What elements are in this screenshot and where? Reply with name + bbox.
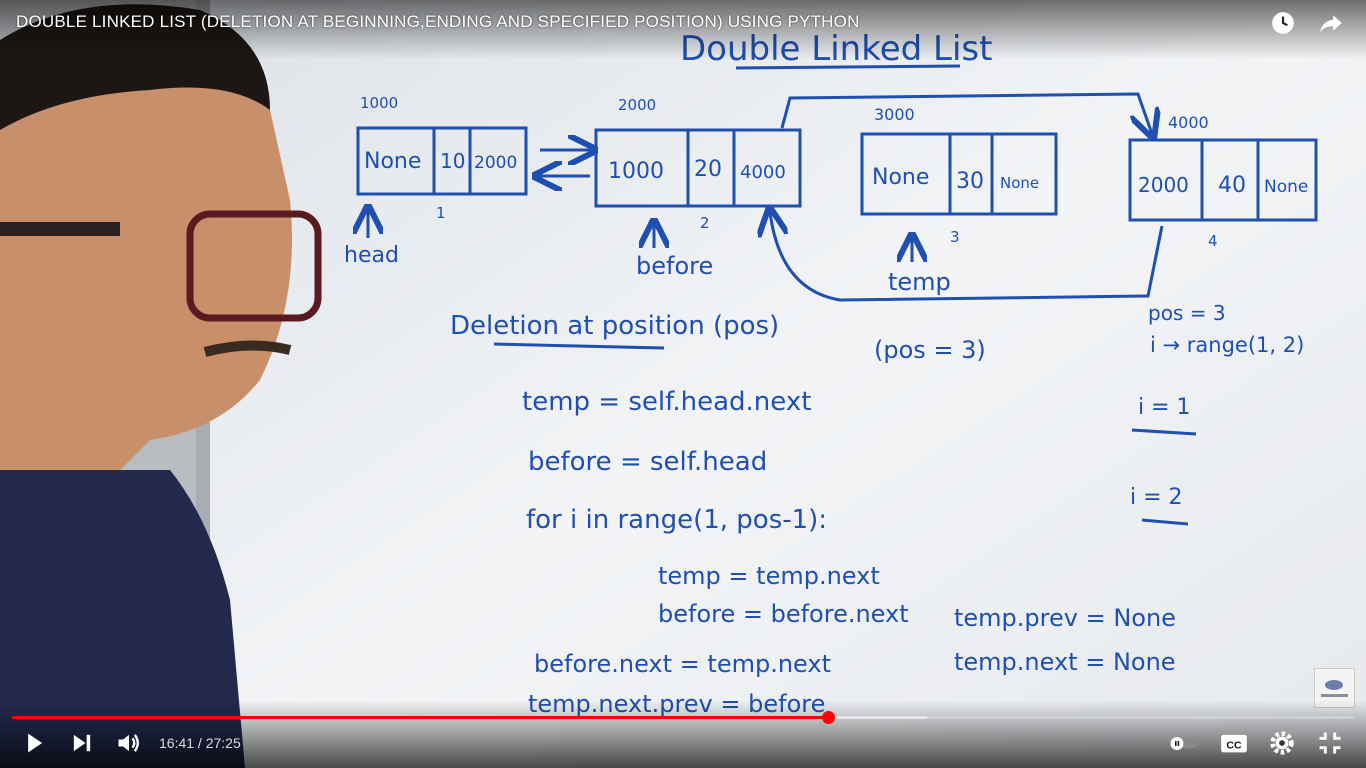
code-line-5: before = before.next <box>658 600 909 628</box>
progress-played <box>12 716 828 719</box>
current-time: 16:41 <box>159 735 195 751</box>
autoplay-toggle-icon[interactable] <box>1168 729 1200 757</box>
code-line-6: before.next = temp.next <box>534 650 831 678</box>
node-2-address: 2000 <box>618 96 656 114</box>
volume-icon[interactable] <box>115 729 143 757</box>
node-4-address: 4000 <box>1168 113 1209 132</box>
time-display: 16:41 / 27:25 <box>159 735 241 751</box>
side-note-i2: i = 2 <box>1130 485 1183 510</box>
node-1-address: 1000 <box>360 94 398 112</box>
node-4-next: None <box>1264 177 1308 197</box>
progress-scrubber[interactable] <box>821 711 835 724</box>
skip-next-icon[interactable] <box>68 729 96 757</box>
node-4-index: 4 <box>1208 232 1218 250</box>
pointer-before-label: before <box>636 252 713 280</box>
node-3-address: 3000 <box>874 105 915 124</box>
node-4-data: 40 <box>1218 173 1246 198</box>
svg-text:CC: CC <box>1226 739 1242 751</box>
node-3-data: 30 <box>956 169 984 194</box>
side-note-range: i → range(1, 2) <box>1150 333 1304 357</box>
node-4-prev: 2000 <box>1138 173 1189 197</box>
node-3-next: None <box>1000 174 1039 192</box>
code-right-1: temp.prev = None <box>954 604 1176 632</box>
clock-icon[interactable] <box>1270 10 1296 36</box>
node-1-data: 10 <box>440 149 465 173</box>
gear-icon[interactable] <box>1268 729 1296 757</box>
video-title[interactable]: DOUBLE LINKED LIST (DELETION AT BEGINNIN… <box>16 12 860 32</box>
progress-bar[interactable] <box>12 711 1354 724</box>
code-line-3: for i in range(1, pos-1): <box>526 505 827 535</box>
exit-fullscreen-icon[interactable] <box>1316 729 1344 757</box>
side-note-i1: i = 1 <box>1138 395 1191 420</box>
cc-icon[interactable]: CC <box>1220 729 1248 757</box>
code-line-2: before = self.head <box>528 447 767 477</box>
time-separator: / <box>194 735 206 751</box>
code-line-4: temp = temp.next <box>658 562 880 590</box>
pointer-temp-label: temp <box>888 268 951 296</box>
node-2-next: 4000 <box>740 162 786 183</box>
code-line-1: temp = self.head.next <box>522 387 811 417</box>
controls-overlay <box>0 700 1366 768</box>
play-icon[interactable] <box>20 729 48 757</box>
node-1-prev: None <box>364 149 421 174</box>
side-note-pos: pos = 3 <box>1148 301 1226 325</box>
share-arrow-icon[interactable] <box>1318 10 1344 36</box>
node-2-prev: 1000 <box>608 159 664 184</box>
node-2-data: 20 <box>694 157 722 182</box>
node-3-index: 3 <box>950 228 960 246</box>
video-player[interactable]: Double Linked List 1000 None 10 2000 1 2… <box>0 0 1366 768</box>
node-1-index: 1 <box>436 204 446 222</box>
duration: 27:25 <box>205 735 241 751</box>
pos-note: (pos = 3) <box>874 336 986 364</box>
whiteboard-frame: Double Linked List 1000 None 10 2000 1 2… <box>0 0 1366 768</box>
node-3-prev: None <box>872 165 929 190</box>
pointer-head-label: head <box>344 243 399 268</box>
section-title: Deletion at position (pos) <box>450 311 779 341</box>
node-2-index: 2 <box>700 214 710 232</box>
node-1-next: 2000 <box>474 153 517 173</box>
code-right-2: temp.next = None <box>954 648 1176 676</box>
